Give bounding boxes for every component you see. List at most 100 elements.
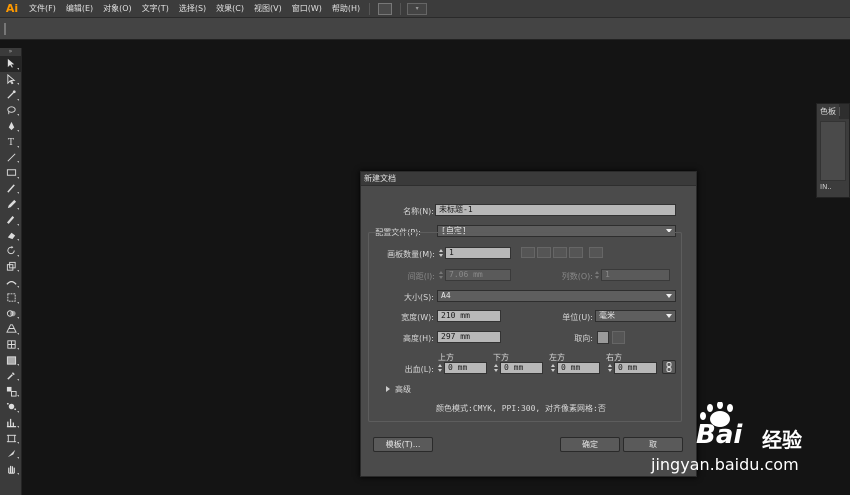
control-bar-grip[interactable] bbox=[4, 23, 6, 35]
menu-edit[interactable]: 编辑(E) bbox=[61, 0, 98, 18]
type-tool-icon: T bbox=[7, 137, 14, 147]
eraser-tool-icon bbox=[7, 232, 15, 239]
flyout-indicator-icon bbox=[17, 207, 19, 210]
bleed-bottom-field[interactable]: 0 mm bbox=[500, 362, 543, 374]
tool-button[interactable] bbox=[0, 399, 22, 415]
tool-button[interactable] bbox=[0, 383, 22, 399]
chevron-down-icon bbox=[666, 294, 672, 298]
tool-button[interactable] bbox=[0, 150, 22, 166]
tool-button[interactable] bbox=[0, 259, 22, 275]
tool-button[interactable] bbox=[0, 165, 22, 181]
gradient-tool-icon bbox=[6, 355, 16, 365]
expand-advanced-icon[interactable] bbox=[386, 386, 390, 392]
watermark-brand-cn: 经验 bbox=[762, 428, 802, 452]
menu-select[interactable]: 选择(S) bbox=[174, 0, 211, 18]
right-to-left-icon[interactable] bbox=[589, 247, 603, 258]
tool-button[interactable] bbox=[0, 337, 22, 353]
tool-button[interactable] bbox=[0, 196, 22, 212]
tool-button[interactable] bbox=[0, 430, 22, 446]
spacing-field[interactable]: 7.06 mm bbox=[445, 269, 511, 281]
tab-next[interactable] bbox=[839, 107, 845, 116]
arrange-by-row-icon[interactable] bbox=[553, 247, 567, 258]
bleed-bottom-stepper[interactable] bbox=[493, 362, 499, 374]
bleed-top-stepper[interactable] bbox=[437, 362, 443, 374]
columns-field[interactable]: 1 bbox=[601, 269, 670, 281]
tool-button[interactable] bbox=[0, 103, 22, 119]
tab-swatches[interactable]: 色板 bbox=[817, 104, 839, 119]
tool-button[interactable]: T bbox=[0, 134, 22, 150]
flyout-indicator-icon bbox=[17, 426, 19, 429]
tool-button[interactable] bbox=[0, 228, 22, 244]
bleed-link-icon[interactable] bbox=[662, 360, 676, 374]
flyout-indicator-icon bbox=[17, 395, 19, 398]
units-label: 单位(U): bbox=[562, 313, 593, 322]
watermark-url: jingyan.baidu.com bbox=[651, 455, 799, 474]
arrange-by-column-icon[interactable] bbox=[569, 247, 583, 258]
artboards-stepper[interactable] bbox=[438, 247, 444, 259]
tool-button[interactable] bbox=[0, 290, 22, 306]
eyedropper-tool-icon bbox=[6, 372, 15, 380]
advanced-label[interactable]: 高级 bbox=[395, 384, 411, 395]
size-label: 大小(S): bbox=[403, 293, 434, 302]
landscape-icon[interactable] bbox=[612, 331, 625, 344]
name-field[interactable]: 未标题-1 bbox=[435, 204, 676, 216]
size-select[interactable]: A4 bbox=[437, 290, 676, 302]
tool-button[interactable] bbox=[0, 118, 22, 134]
tool-button[interactable] bbox=[0, 368, 22, 384]
ok-button[interactable]: 确定 bbox=[560, 437, 620, 452]
flyout-indicator-icon bbox=[17, 457, 19, 460]
tools-collapse-icon[interactable]: » bbox=[0, 48, 21, 56]
panel-tabs: 色板 bbox=[817, 104, 849, 119]
menu-window[interactable]: 窗口(W) bbox=[287, 0, 327, 18]
menu-help[interactable]: 帮助(H) bbox=[327, 0, 365, 18]
flyout-indicator-icon bbox=[17, 176, 19, 179]
tool-button[interactable] bbox=[0, 56, 22, 72]
bleed-right-field[interactable]: 0 mm bbox=[614, 362, 657, 374]
tool-button[interactable] bbox=[0, 212, 22, 228]
columns-stepper[interactable] bbox=[594, 269, 600, 281]
menu-object[interactable]: 对象(O) bbox=[98, 0, 137, 18]
flyout-indicator-icon bbox=[17, 98, 19, 101]
spacing-stepper[interactable] bbox=[438, 269, 444, 281]
baidu-paw-icon bbox=[700, 402, 733, 427]
bleed-right-stepper[interactable] bbox=[607, 362, 613, 374]
height-field[interactable]: 297 mm bbox=[437, 331, 501, 343]
tool-button[interactable] bbox=[0, 321, 22, 337]
tool-button[interactable] bbox=[0, 87, 22, 103]
menu-view[interactable]: 视图(V) bbox=[249, 0, 287, 18]
tool-button[interactable] bbox=[0, 446, 22, 462]
menu-type[interactable]: 文字(T) bbox=[137, 0, 174, 18]
tool-button[interactable] bbox=[0, 274, 22, 290]
flyout-indicator-icon bbox=[17, 83, 19, 86]
artboards-field[interactable]: 1 bbox=[445, 247, 511, 259]
menu-file[interactable]: 文件(F) bbox=[24, 0, 61, 18]
tool-button[interactable] bbox=[0, 306, 22, 322]
grid-by-column-icon[interactable] bbox=[537, 247, 551, 258]
pencil-tool-icon bbox=[7, 199, 16, 208]
flyout-indicator-icon bbox=[17, 332, 19, 335]
tool-button[interactable] bbox=[0, 243, 22, 259]
tool-button[interactable] bbox=[0, 352, 22, 368]
bridge-button[interactable] bbox=[378, 2, 393, 15]
direct-selection-tool-icon bbox=[6, 73, 15, 85]
bleed-top-field[interactable]: 0 mm bbox=[444, 362, 487, 374]
grid-by-row-icon[interactable] bbox=[521, 247, 535, 258]
tool-button[interactable] bbox=[0, 415, 22, 431]
width-label: 宽度(W): bbox=[401, 313, 434, 322]
tool-button[interactable] bbox=[0, 72, 22, 88]
swatches-area[interactable] bbox=[820, 121, 846, 181]
portrait-icon[interactable] bbox=[597, 331, 609, 344]
bleed-left-field[interactable]: 0 mm bbox=[557, 362, 600, 374]
arrange-documents-dropdown[interactable]: ▾ bbox=[407, 2, 428, 15]
panel-footer[interactable]: IN.. bbox=[817, 183, 849, 191]
units-select[interactable]: 毫米 bbox=[595, 310, 676, 322]
width-field[interactable]: 210 mm bbox=[437, 310, 501, 322]
menu-effect[interactable]: 效果(C) bbox=[211, 0, 249, 18]
templates-button[interactable]: 模板(T)... bbox=[373, 437, 433, 452]
flyout-indicator-icon bbox=[17, 348, 19, 351]
bleed-left-stepper[interactable] bbox=[550, 362, 556, 374]
flyout-indicator-icon bbox=[17, 270, 19, 273]
tool-button[interactable] bbox=[0, 461, 22, 477]
tool-button[interactable] bbox=[0, 181, 22, 197]
blend-tool-icon bbox=[6, 386, 17, 397]
